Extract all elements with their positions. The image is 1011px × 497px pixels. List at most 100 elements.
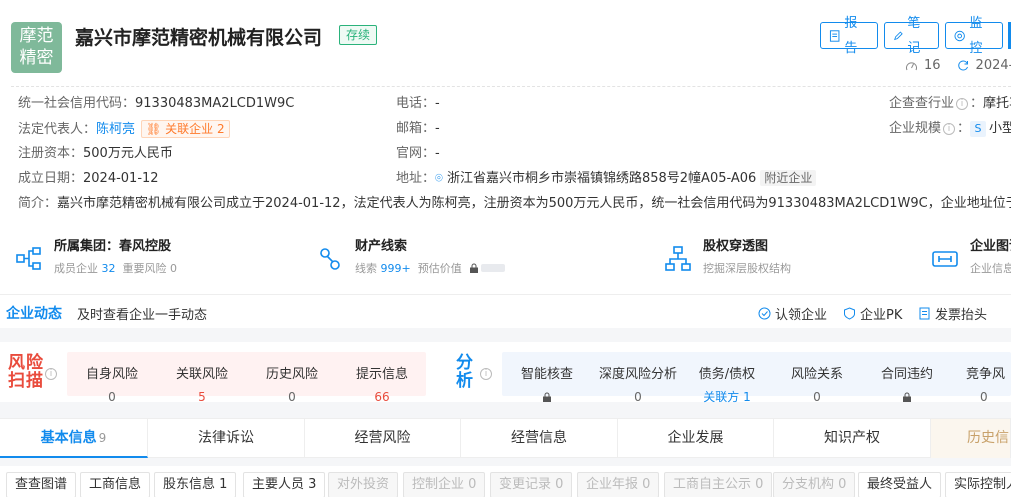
email-row: 邮箱：- xyxy=(396,121,440,136)
help-icon[interactable]: i xyxy=(956,98,969,110)
subtab-key-personnel[interactable]: 主要人员 3 xyxy=(243,472,326,497)
pk-icon xyxy=(844,307,855,320)
risk-panel: 自身风险 0 关联风险 5 历史风险 0 提示信息 66 xyxy=(67,352,426,404)
nearby-companies-tag[interactable]: 附近企业 xyxy=(760,170,817,186)
company-header-card: 摩范 精密 嘉兴市摩范精密机械有限公司 存续 报告 笔记 监控 16 2024-… xyxy=(0,0,1011,300)
related-companies-tag[interactable]: ⛓ 关联企业 2 xyxy=(141,120,230,138)
subtab-beneficiary[interactable]: 最终受益人 xyxy=(858,472,942,497)
tab-basic-info[interactable]: 基本信息 9 xyxy=(0,419,148,458)
subtab-controlled[interactable]: 控制企业 0 xyxy=(403,472,486,497)
subtab-business-registration[interactable]: 工商信息 xyxy=(80,472,151,497)
meta-row: 16 2024-0 xyxy=(905,58,1011,73)
analysis-item-contract-breach[interactable]: 合同违约 xyxy=(876,366,938,406)
divider xyxy=(11,86,1011,87)
industry-row: 企查查行业i：摩托车 xyxy=(889,96,1011,111)
risk-analysis-section: 风险扫描 i 自身风险 0 关联风险 5 历史风险 0 提示信息 66 分析 i… xyxy=(0,342,1011,404)
graph-icon xyxy=(932,251,958,267)
group-title: 所属集团：春风控股 xyxy=(54,239,172,254)
report-button[interactable]: 报告 xyxy=(820,16,878,56)
equity-card[interactable]: 股权穿透图 挖掘深层股权结构 xyxy=(663,237,791,287)
subtab-self-disclosure[interactable]: 工商自主公示 0 xyxy=(664,472,773,497)
graph-title: 企业图谱 xyxy=(970,239,1011,254)
founded-row: 成立日期：2024-01-12 xyxy=(18,171,159,186)
analysis-item-competition[interactable]: 竞争风 0 xyxy=(966,366,1011,406)
intro-row: 简介：嘉兴市摩范精密机械有限公司成立于2024-01-12，法定代表人为陈柯亮，… xyxy=(18,195,1011,213)
refresh-icon[interactable] xyxy=(957,59,970,72)
view-count: 16 xyxy=(924,58,941,73)
company-logo: 摩范 精密 xyxy=(11,22,62,73)
subtab-changes[interactable]: 变更记录 0 xyxy=(490,472,573,497)
update-date: 2024-0 xyxy=(975,58,1011,73)
website-row: 官网：- xyxy=(396,146,440,161)
analysis-item-risk-relation[interactable]: 风险关系 0 xyxy=(786,366,848,406)
subtab-graph[interactable]: 查查图谱 xyxy=(6,472,77,497)
location-pin-icon: ⌾ xyxy=(435,171,443,186)
help-icon[interactable]: i xyxy=(45,368,57,380)
group-card[interactable]: 所属集团：春风控股 成员企业 32 重要风险 0 xyxy=(14,237,177,287)
report-icon xyxy=(829,29,840,42)
invoice-header-link[interactable]: 发票抬头 xyxy=(918,304,987,323)
subtab-shareholders[interactable]: 股东信息 1 xyxy=(154,472,237,497)
assets-card[interactable]: 财产线索 线索 999+ 预估价值 xyxy=(315,237,505,287)
tab-history[interactable]: 历史信 xyxy=(931,419,1011,458)
phone-row: 电话：- xyxy=(396,96,440,111)
dynamics-title[interactable]: 企业动态 xyxy=(6,303,62,323)
credit-code: 91330483MA2LCD1W9C xyxy=(135,96,295,111)
heat-icon xyxy=(906,62,917,71)
dynamics-bar: 企业动态 及时查看企业一手动态 认领企业 企业PK 发票抬头 xyxy=(0,294,1011,328)
risk-item-tips[interactable]: 提示信息 66 xyxy=(351,366,413,406)
risk-scan-label: 风险扫描 xyxy=(8,353,44,391)
analysis-item-deep-risk[interactable]: 深度风险分析 0 xyxy=(598,366,678,406)
subtab-branches[interactable]: 分支机构 0 xyxy=(773,472,856,497)
status-badge: 存续 xyxy=(339,25,378,45)
tab-ip[interactable]: 知识产权 xyxy=(774,419,931,458)
related-icon: ⛓ xyxy=(146,122,162,136)
address-value: 浙江省嘉兴市桐乡市崇福镇锦绣路858号2幢A05-A06 xyxy=(446,171,757,186)
analysis-label: 分析 xyxy=(456,353,473,391)
group-members-count: 32 xyxy=(101,262,116,275)
risk-item-related[interactable]: 关联风险 5 xyxy=(171,366,233,406)
scale-row: 企业规模 i： S 小型 xyxy=(889,121,1011,137)
scale-badge: S xyxy=(970,121,987,137)
intro-text: 嘉兴市摩范精密机械有限公司成立于2024-01-12，法定代表人为陈柯亮，注册资… xyxy=(57,196,1011,211)
credit-code-row: 统一社会信用代码：91330483MA2LCD1W9C xyxy=(18,96,295,111)
analysis-item-debt[interactable]: 债务/债权 关联方 1 xyxy=(696,366,758,406)
verified-icon xyxy=(758,307,771,320)
risk-item-self[interactable]: 自身风险 0 xyxy=(81,366,143,406)
tab-business-risk[interactable]: 经营风险 xyxy=(305,419,461,458)
lock-icon xyxy=(469,263,478,273)
subtab-annual-reports[interactable]: 企业年报 0 xyxy=(577,472,660,497)
dynamics-subtitle: 及时查看企业一手动态 xyxy=(77,308,208,323)
help-icon[interactable]: i xyxy=(943,123,956,135)
risk-item-history[interactable]: 历史风险 0 xyxy=(261,366,323,406)
lock-icon xyxy=(903,392,911,402)
main-tabs: 基本信息 9 法律诉讼 经营风险 经营信息 企业发展 知识产权 历史信 xyxy=(0,418,1011,458)
company-name: 嘉兴市摩范精密机械有限公司 xyxy=(75,27,323,49)
sub-tabs: 查查图谱 工商信息 股东信息 1 主要人员 3 对外投资 控制企业 0 变更记录… xyxy=(0,466,1011,497)
tab-development[interactable]: 企业发展 xyxy=(618,419,774,458)
analysis-panel: 智能核查 深度风险分析 0 债务/债权 关联方 1 风险关系 0 合同违约 竞争… xyxy=(502,352,1011,404)
equity-tree-icon xyxy=(665,246,691,271)
org-chart-icon xyxy=(16,247,41,270)
capital-row: 注册资本：500万元人民币 xyxy=(18,146,173,161)
monitor-icon xyxy=(954,30,965,41)
pencil-icon xyxy=(894,30,903,40)
claim-company-link[interactable]: 认领企业 xyxy=(758,304,827,323)
analysis-item-smart-check[interactable]: 智能核查 xyxy=(516,366,578,406)
lock-icon xyxy=(543,392,551,402)
subtab-investments[interactable]: 对外投资 xyxy=(328,472,399,497)
address-row: 地址：⌾ 浙江省嘉兴市桐乡市崇福镇锦绣路858号2幢A05-A06 附近企业 xyxy=(396,170,817,188)
legal-rep-row: 法定代表人：陈柯亮 ⛓ 关联企业 2 xyxy=(18,120,230,139)
assets-title: 财产线索 xyxy=(355,239,408,254)
graph-card[interactable]: 企业图谱 企业信息 xyxy=(930,237,1011,287)
clue-icon xyxy=(320,248,340,270)
note-button[interactable]: 笔记 xyxy=(884,16,939,56)
tab-legal[interactable]: 法律诉讼 xyxy=(148,419,305,458)
monitor-button[interactable]: 监控 xyxy=(945,16,1003,56)
tab-business-info[interactable]: 经营信息 xyxy=(461,419,618,458)
equity-title: 股权穿透图 xyxy=(703,239,769,254)
legal-rep-link[interactable]: 陈柯亮 xyxy=(96,122,135,137)
company-pk-link[interactable]: 企业PK xyxy=(843,304,902,323)
help-icon[interactable]: i xyxy=(480,368,492,380)
subtab-actual-controller[interactable]: 实际控制人 xyxy=(945,472,1011,497)
